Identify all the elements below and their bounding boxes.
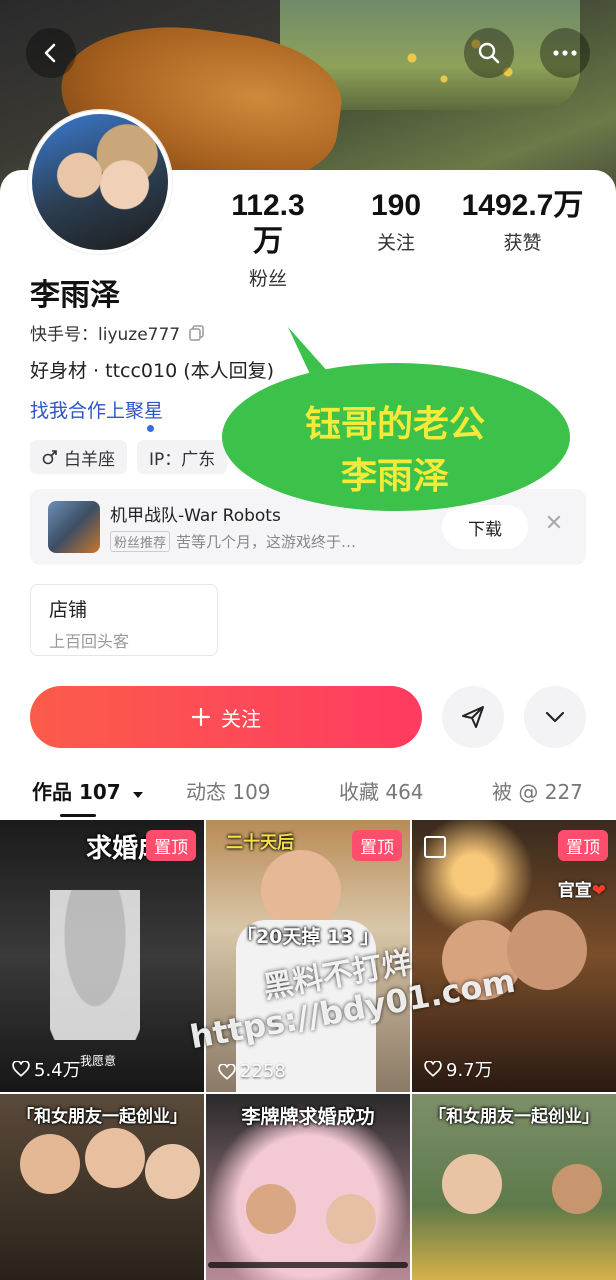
fan-recommend-badge: 粉丝推荐 [110,531,171,552]
stat-likes[interactable]: 1492.7万 获赞 [460,188,585,255]
tag-ip-label: IP：广东 [149,449,216,470]
video-caption: 「和女朋友一起创业」 [429,1107,599,1127]
video-thumbnail[interactable]: 「和女朋友一起创业」 [412,1094,616,1280]
tab-moments[interactable]: 动态 109 [186,776,271,805]
flowers [380,30,540,100]
cooperation-link[interactable]: 找我合作上聚星 [30,396,163,423]
tag-verified-label: 已实名 [410,449,462,470]
person-face [326,1194,376,1244]
page-indicator-dot [147,425,154,432]
image-icon [424,836,446,858]
stat-following[interactable]: 190 关注 [356,188,436,255]
video-thumbnail[interactable]: 「和女朋友一起创业」 [0,1094,204,1280]
like-count-value: 5.4万 [34,1060,81,1081]
stat-following-label: 关注 [376,232,415,254]
copy-icon[interactable] [188,324,206,342]
heart-icon [249,450,265,464]
stat-following-value: 190 [370,189,422,222]
game-subtitle: 苦等几个月，这游戏终于… [176,533,357,551]
video-grid: 求婚成 置顶 我愿意 5.4万 二十天后 置顶 「20天掉 13 」 2258 … [0,820,616,1280]
download-button[interactable]: 下载 [442,505,528,549]
video-thumbnail[interactable]: 求婚成 置顶 我愿意 5.4万 [0,820,204,1092]
close-icon[interactable]: ✕ [542,511,566,536]
game-app-icon [48,501,100,553]
tab-favorites[interactable]: 收藏 464 [339,776,424,805]
tab-underline [60,814,96,817]
shop-subtitle: 上百回头客 [49,632,130,651]
stat-followers-value: 112.3万 [231,189,305,258]
search-icon [478,42,500,64]
like-count-value: 9.7万 [446,1060,493,1081]
pinned-badge: 置顶 [146,830,196,861]
back-button[interactable] [26,28,76,78]
tag-verified: 已实名 [378,440,474,474]
tab-works-label: 作品 107 [32,780,121,804]
game-ad-card[interactable]: 机甲战队-War Robots 粉丝推荐 苦等几个月，这游戏终于… 下载 ✕ [30,489,586,565]
stat-followers-label: 粉丝 [248,268,287,290]
like-count: 5.4万 [12,1056,81,1082]
tag-zodiac-label: 白羊座 [64,449,115,470]
pinned-badge: 置顶 [558,830,608,861]
like-count: 9.7万 [424,1056,493,1082]
video-subtitle: 我愿意 [80,1054,117,1068]
stat-followers[interactable]: 112.3万 粉丝 [218,188,318,291]
avatar[interactable] [28,110,172,254]
chevron-down-icon [545,711,565,723]
plus-icon [191,707,211,727]
video-thumbnail[interactable]: 李牌牌求婚成功 [206,1094,410,1280]
person-face [552,1164,602,1214]
shop-card[interactable]: 店铺 上百回头客 [30,584,218,656]
back-arrow-icon [44,43,56,63]
profile-name: 李雨泽 [30,278,120,313]
video-caption-text: 官宣 [557,881,592,901]
game-subtitle-row: 粉丝推荐 苦等几个月，这游戏终于… [110,531,356,552]
more-options-button[interactable] [524,686,586,748]
tag-fan-club[interactable]: 他的粉丝团 [237,440,369,474]
person-face [85,1128,145,1188]
share-button[interactable] [442,686,504,748]
person-face [20,1134,80,1194]
heart-icon [12,1061,30,1077]
video-thumbnail[interactable]: 置顶 官宣❤ 9.7万 [412,820,616,1092]
stat-likes-value: 1492.7万 [461,189,584,222]
more-button[interactable] [540,28,590,78]
follow-button[interactable]: 关注 [30,686,422,748]
search-button[interactable] [464,28,514,78]
send-icon [462,706,484,728]
person-face [442,1154,502,1214]
profile-bio: 好身材 · ttcc010 (本人回复) [30,360,275,382]
like-count-value: 2258 [240,1061,286,1082]
game-title: 机甲战队-War Robots [110,506,281,526]
heart-icon [218,1063,236,1080]
person-face [246,1184,296,1234]
male-icon [42,450,57,465]
video-caption: 官宣❤ [557,881,606,901]
kuaishou-id-row: 快手号：liyuze777 [30,320,206,345]
more-dots-icon [553,50,577,56]
like-count: 2258 [218,1061,286,1082]
kuaishou-id: 快手号：liyuze777 [30,325,181,345]
shield-icon [390,449,404,465]
tag-ip: IP：广东 [137,440,228,474]
tag-fan-club-label: 他的粉丝团 [271,449,357,470]
follow-label: 关注 [221,706,261,731]
bride-figure [50,890,140,1040]
heart-icon [424,1061,442,1077]
person-face [261,850,341,930]
tab-mentions[interactable]: 被 @ 227 [492,776,583,805]
pinned-badge: 置顶 [352,830,402,861]
person-face [145,1144,200,1199]
caret-down-icon [132,792,143,798]
tag-zodiac[interactable]: 白羊座 [30,440,127,474]
profile-tags: 白羊座 IP：广东 他的粉丝团 已实名 [30,440,474,474]
video-caption: 李牌牌求婚成功 [241,1106,375,1128]
person-face [507,910,587,990]
video-caption: 「和女朋友一起创业」 [17,1107,187,1127]
shop-title: 店铺 [49,599,88,621]
tab-works[interactable]: 作品 107 [32,776,144,805]
home-indicator [208,1262,408,1268]
stat-likes-label: 获赞 [503,232,542,254]
profile-tabs: 作品 107 动态 109 收藏 464 被 @ 227 [0,770,616,820]
